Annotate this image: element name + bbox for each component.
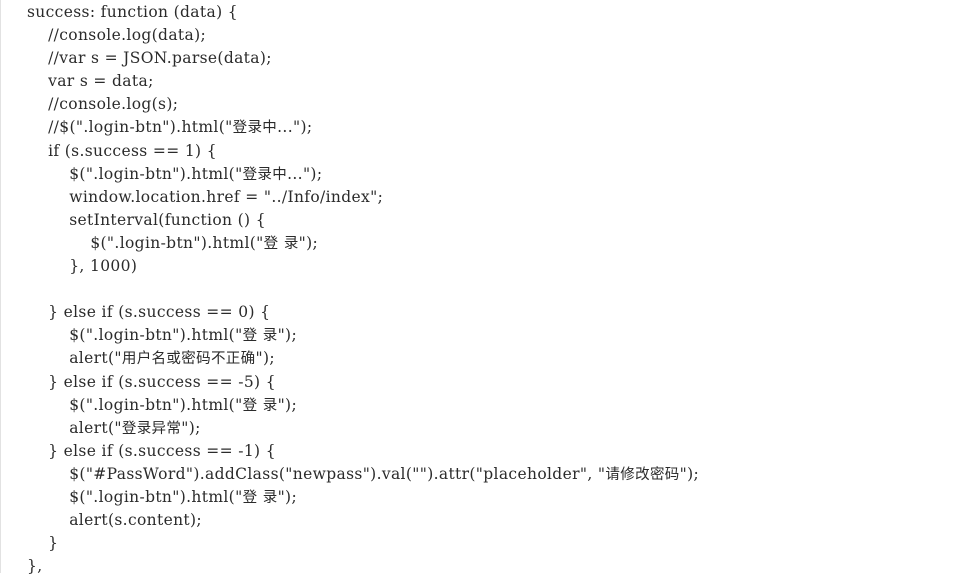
code-line: $(".login-btn").html("登 录"); (27, 233, 319, 252)
cjk-text: 录 (262, 489, 278, 506)
code-line: if (s.success == 1) { (27, 141, 217, 160)
cjk-text: 登 (242, 489, 258, 506)
code-line: $(".login-btn").html("登 录"); (27, 395, 298, 414)
code-line: success: function (data) { (27, 3, 238, 21)
cjk-text: 登录异常 (121, 420, 182, 437)
code-line: $(".login-btn").html("登 录"); (27, 487, 298, 506)
code-snippet-container: success: function (data) { //console.log… (0, 0, 955, 575)
cjk-text: 录 (262, 328, 278, 345)
code-line: //var s = JSON.parse(data); (27, 49, 272, 68)
cjk-text: 登 (263, 235, 279, 252)
cjk-text: 登 (242, 328, 258, 345)
code-block[interactable]: success: function (data) { //console.log… (1, 1, 699, 578)
code-line: $(".login-btn").html("登 录"); (27, 326, 298, 345)
cjk-text: 录 (262, 397, 278, 414)
code-line: alert(s.content); (27, 511, 202, 530)
code-line: $("#PassWord").addClass("newpass").val("… (27, 464, 700, 483)
cjk-text: 用户名或密码不正确 (121, 351, 256, 368)
code-line: //console.log(data); (27, 26, 207, 45)
code-line: //console.log(s); (27, 95, 179, 114)
code-line: }, (27, 557, 43, 576)
cjk-text: 登 (242, 397, 258, 414)
code-line: } else if (s.success == 0) { (27, 303, 271, 322)
code-line: //$(".login-btn").html("登录中..."); (27, 118, 313, 137)
code-line: var s = data; (27, 72, 154, 91)
cjk-text: 录 (283, 235, 299, 252)
cjk-text: 请修改密码 (605, 466, 680, 483)
code-line: } (27, 534, 59, 553)
code-line: }, 1000) (27, 257, 138, 276)
code-line: setInterval(function () { (27, 210, 266, 229)
code-line: } else if (s.success == -5) { (27, 372, 276, 391)
code-line: alert("用户名或密码不正确"); (27, 349, 275, 368)
code-line: $(".login-btn").html("登录中..."); (27, 164, 323, 183)
code-line: window.location.href = "../Info/index"; (27, 187, 384, 206)
cjk-text: 登录中 (232, 120, 278, 137)
code-line: alert("登录异常"); (27, 418, 201, 437)
cjk-text: 登录中 (242, 166, 288, 183)
code-line: } else if (s.success == -1) { (27, 441, 276, 460)
